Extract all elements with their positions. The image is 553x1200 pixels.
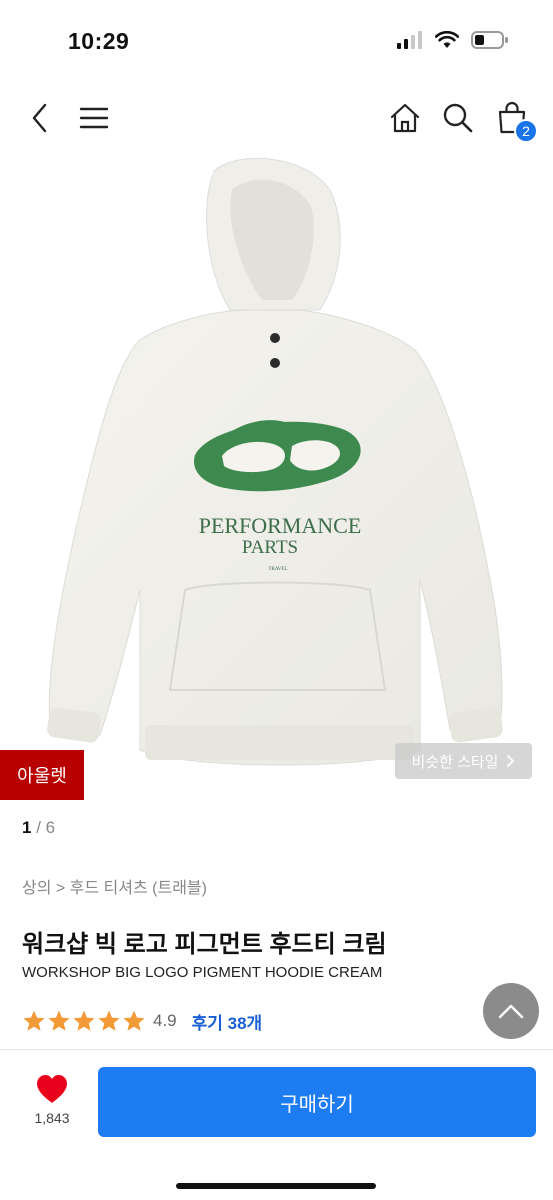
rating-stars bbox=[22, 1009, 146, 1033]
status-bar: 10:29 bbox=[0, 0, 553, 80]
hoodie-print-small: TRAVEL bbox=[268, 567, 287, 572]
star-icon bbox=[23, 1010, 45, 1031]
home-button[interactable] bbox=[383, 88, 427, 148]
battery-icon bbox=[471, 31, 508, 49]
bottom-purchase-bar: 1,843 구매하기 bbox=[0, 1049, 553, 1200]
star-icon bbox=[98, 1010, 120, 1031]
hoodie-print-line1: PERFORMANCE bbox=[199, 513, 362, 538]
image-pager: 1 / 6 bbox=[22, 818, 55, 838]
like-count: 1,843 bbox=[34, 1110, 70, 1126]
buy-button[interactable]: 구매하기 bbox=[98, 1067, 536, 1137]
top-nav-bar: 2 bbox=[0, 88, 553, 148]
status-time: 10:29 bbox=[68, 28, 130, 54]
breadcrumb[interactable]: 상의 > 후드 티셔츠 (트래블) bbox=[22, 874, 207, 898]
chevron-right-icon bbox=[507, 755, 515, 767]
rating-row: 4.9 후기 38개 bbox=[22, 1008, 262, 1034]
pager-separator: / bbox=[36, 818, 46, 837]
back-button[interactable] bbox=[18, 88, 62, 148]
status-icons bbox=[397, 30, 509, 50]
search-icon bbox=[443, 103, 473, 133]
product-image[interactable]: PERFORMANCE PARTS TRAVEL bbox=[0, 150, 553, 805]
similar-style-button[interactable]: 비슷한 스타일 bbox=[395, 743, 532, 779]
star-icon bbox=[48, 1010, 70, 1031]
home-icon bbox=[390, 103, 420, 133]
menu-button[interactable] bbox=[72, 88, 116, 148]
similar-style-label: 비슷한 스타일 bbox=[411, 753, 499, 771]
signal-icon bbox=[397, 31, 422, 49]
hoodie-image: PERFORMANCE PARTS TRAVEL bbox=[47, 157, 503, 766]
rating-score: 4.9 bbox=[153, 1011, 177, 1030]
pager-total: 6 bbox=[45, 818, 56, 837]
like-button[interactable]: 1,843 bbox=[22, 1074, 82, 1134]
scroll-to-top-button[interactable] bbox=[483, 983, 539, 1039]
product-title-en: WORKSHOP BIG LOGO PIGMENT HOODIE CREAM bbox=[22, 964, 383, 981]
home-indicator bbox=[176, 1183, 376, 1189]
menu-icon bbox=[79, 107, 109, 129]
pager-current: 1 bbox=[22, 818, 32, 837]
search-button[interactable] bbox=[436, 88, 480, 148]
hoodie-print-line2: PARTS bbox=[242, 537, 298, 558]
cart-button[interactable]: 2 bbox=[490, 88, 538, 148]
chevron-up-icon bbox=[498, 1004, 524, 1019]
outlet-badge: 아울렛 bbox=[0, 750, 84, 800]
review-count-link[interactable]: 후기 38개 bbox=[192, 1009, 263, 1034]
wifi-icon bbox=[435, 31, 459, 48]
product-title: 워크샵 빅 로고 피그먼트 후드티 크림 bbox=[22, 931, 387, 958]
star-icon bbox=[73, 1010, 95, 1031]
star-icon bbox=[123, 1010, 145, 1031]
back-icon bbox=[32, 103, 47, 133]
heart-icon bbox=[37, 1075, 67, 1103]
cart-count-badge: 2 bbox=[514, 119, 538, 143]
